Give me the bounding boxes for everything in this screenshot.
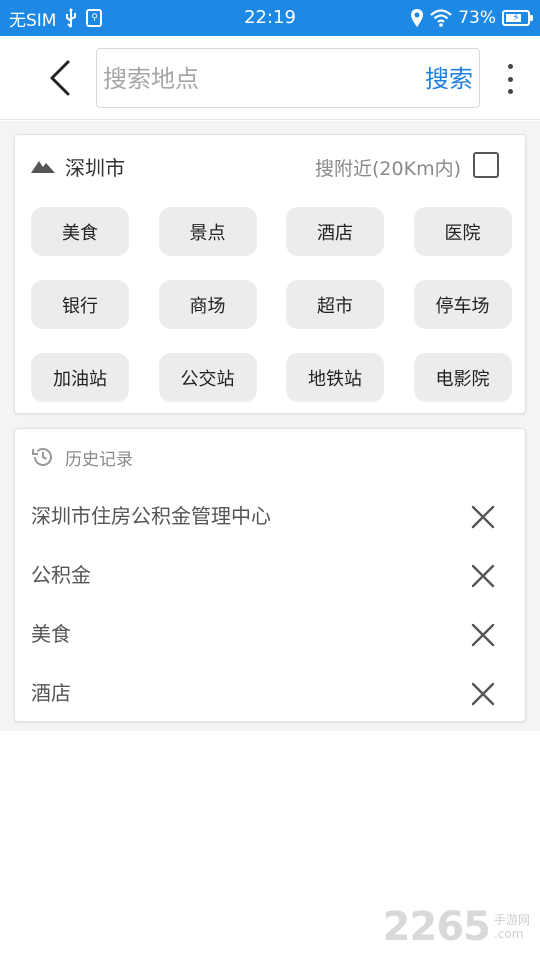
category-chip[interactable]: 商场 [158, 280, 257, 329]
search-box: 搜索 [96, 48, 480, 108]
search-input[interactable] [103, 59, 403, 99]
delete-history-button[interactable] [469, 562, 497, 590]
history-title: 历史记录 [65, 449, 133, 470]
delete-history-button[interactable] [469, 621, 497, 649]
history-item[interactable]: 深圳市住房公积金管理中心 [15, 487, 527, 546]
nearby-label: 搜附近(20Km内) [315, 158, 461, 180]
delete-history-button[interactable] [469, 680, 497, 708]
category-chip[interactable]: 医院 [413, 207, 512, 256]
watermark-number: 2265 [382, 904, 491, 950]
status-right: 73% ⚡ [410, 0, 533, 36]
watermark-text: 手游网 .com [494, 913, 530, 941]
city-selector[interactable]: 深圳市 [31, 153, 125, 180]
delete-history-button[interactable] [469, 503, 497, 531]
search-header: 搜索 [0, 36, 540, 120]
city-name: 深圳市 [65, 155, 125, 180]
category-chip[interactable]: 景点 [158, 207, 257, 256]
wifi-icon [430, 9, 452, 27]
location-icon [410, 8, 424, 28]
history-item-text: 美食 [31, 622, 71, 646]
close-icon [471, 505, 495, 529]
history-header: 历史记录 [31, 445, 133, 470]
category-chip[interactable]: 停车场 [413, 280, 512, 329]
status-bar: 无SIM ⚲ 22:19 73% ⚡ [0, 0, 540, 36]
category-chip[interactable]: 地铁站 [286, 353, 384, 402]
category-card: 深圳市 搜附近(20Km内) 美食 景点 酒店 医院银行 商场 超市 停车场加油站 公交站 地铁… [14, 134, 526, 414]
category-chip[interactable]: 电影院 [413, 353, 512, 402]
back-button[interactable] [40, 56, 80, 100]
category-chip[interactable]: 超市 [286, 280, 384, 329]
history-item[interactable]: 酒店 [15, 664, 527, 723]
charging-bolt-icon: ⚡ [512, 11, 520, 24]
history-item-text: 公积金 [31, 563, 91, 587]
watermark-text-bottom: .com [493, 927, 524, 941]
battery-percent: 73% [458, 8, 496, 28]
more-options-button[interactable] [502, 64, 518, 94]
nearby-checkbox[interactable] [473, 152, 499, 178]
history-clock-icon [32, 448, 52, 466]
search-button[interactable]: 搜索 [425, 61, 473, 97]
history-item[interactable]: 美食 [15, 605, 527, 664]
history-item-text: 深圳市住房公积金管理中心 [31, 504, 271, 528]
more-vertical-icon [507, 64, 513, 69]
close-icon [471, 623, 495, 647]
category-chip[interactable]: 公交站 [158, 353, 257, 402]
history-item[interactable]: 公积金 [15, 546, 527, 605]
history-item-text: 酒店 [31, 681, 71, 705]
category-chip[interactable]: 银行 [31, 280, 129, 329]
battery-charging-icon: ⚡ [502, 10, 533, 26]
watermark-text-top: 手游网 [493, 913, 530, 927]
site-watermark: 2265 手游网 .com [383, 904, 530, 950]
close-icon [471, 564, 495, 588]
category-chip[interactable]: 酒店 [286, 207, 384, 256]
close-icon [471, 682, 495, 706]
mountain-icon [31, 161, 55, 173]
category-chip[interactable]: 美食 [31, 207, 129, 256]
category-chip[interactable]: 加油站 [31, 353, 129, 402]
back-chevron-icon [50, 60, 70, 96]
history-card: 历史记录 深圳市住房公积金管理中心 公积金美食酒店 [14, 428, 526, 722]
